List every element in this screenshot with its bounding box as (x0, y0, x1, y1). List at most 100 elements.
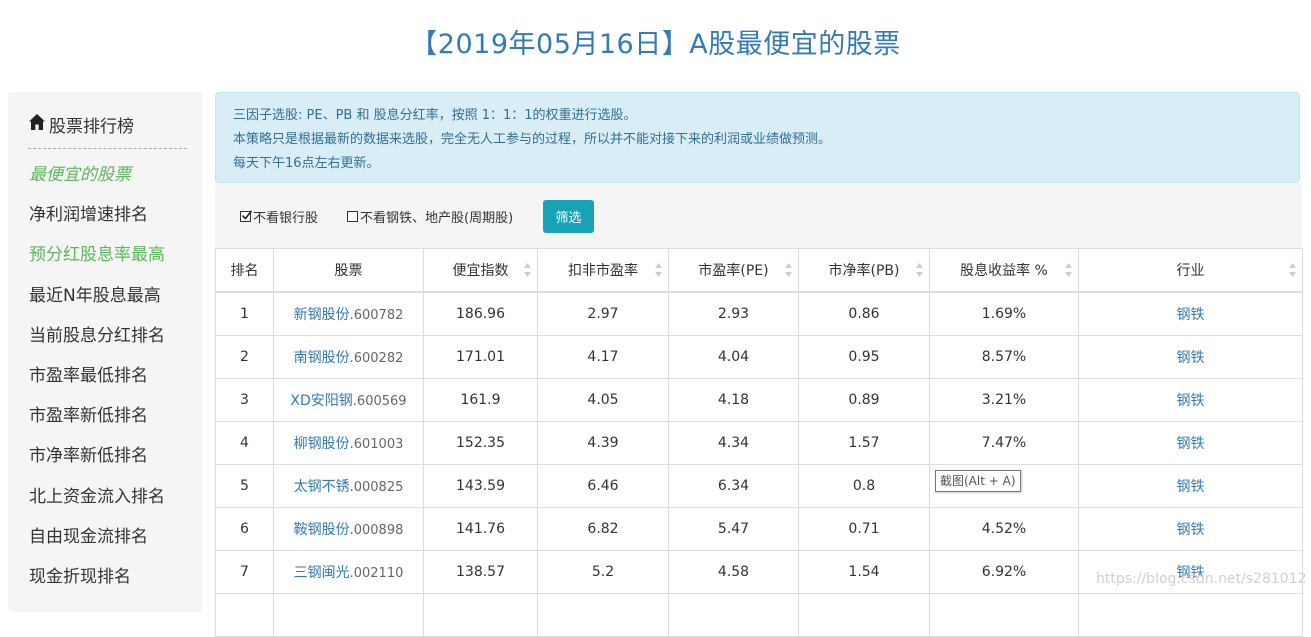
sidebar-item-current-dividend[interactable]: 当前股息分红排名 (29, 323, 165, 363)
cell-pe: 4.04 (668, 335, 799, 379)
cell-industry[interactable]: 钢铁 (1078, 335, 1303, 379)
sort-icon[interactable] (524, 262, 531, 278)
cell-pe: 4.58 (668, 550, 799, 594)
industry-link[interactable]: 钢铁 (1177, 350, 1205, 366)
cell-industry[interactable]: 钢铁 (1078, 378, 1303, 422)
column-header-pe[interactable]: 市盈率(PE) (668, 248, 799, 293)
checkbox-unchecked-icon (347, 211, 358, 222)
sidebar-header: 股票排行榜 (28, 112, 187, 149)
sort-icon[interactable] (785, 262, 792, 278)
industry-link[interactable]: 钢铁 (1177, 307, 1205, 323)
sort-icon[interactable] (1065, 262, 1072, 278)
stock-name-link[interactable]: 柳钢股份 (294, 436, 350, 452)
info-line: 每天下午16点左右更新。 (233, 156, 380, 171)
filter-button[interactable]: 筛选 (543, 200, 594, 233)
exclude-banks-checkbox[interactable]: 不看银行股 (240, 207, 318, 226)
cell-stock[interactable]: 南钢股份.600282 (273, 335, 424, 379)
sidebar-item-pre-dividend-yield[interactable]: 预分红股息率最高 (29, 242, 165, 282)
cell-cheap-index: 186.96 (423, 291, 538, 336)
info-line: 三因子选股: PE、PB 和 股息分红率，按照 1：1：1的权重进行选股。 (233, 108, 637, 123)
stock-name-link[interactable]: XD安阳钢 (290, 393, 352, 409)
cell-stock[interactable]: 太钢不锈.000825 (273, 464, 424, 508)
cell-deducted-pe: 4.05 (537, 378, 669, 422)
sidebar-item-northbound-inflow[interactable]: 北上资金流入排名 (29, 484, 165, 524)
sidebar-header-label: 股票排行榜 (49, 117, 134, 137)
sidebar-item-net-profit-growth[interactable]: 净利润增速排名 (29, 202, 165, 242)
cell-rank: 5 (215, 464, 274, 508)
cell-pb: 0.71 (798, 507, 930, 551)
cell-industry[interactable]: 钢铁 (1078, 507, 1303, 551)
cell-cheap-index: 141.76 (423, 507, 538, 551)
stock-name-link[interactable]: 太钢不锈 (294, 479, 350, 495)
sort-icon[interactable] (916, 262, 923, 278)
cell-dividend-yield: 8.57% (929, 335, 1079, 379)
table-row: 5 太钢不锈.000825 143.59 6.46 6.34 0.8 钢铁 (215, 464, 1303, 508)
cell-dividend-yield: 3.21% (929, 378, 1079, 422)
home-icon (28, 113, 46, 131)
stock-code: .002110 (349, 566, 404, 581)
sidebar-item-pb-new-low[interactable]: 市净率新低排名 (29, 443, 165, 483)
cell-rank: 1 (215, 291, 274, 336)
industry-link[interactable]: 钢铁 (1177, 479, 1205, 495)
watermark: https://blog.csdn.net/s281012 (1096, 571, 1307, 587)
column-header-deducted-pe[interactable]: 扣非市盈率 (537, 248, 669, 293)
stock-code: .600282 (349, 351, 404, 366)
cell-deducted-pe: 2.97 (537, 291, 669, 336)
cell-cheap-index: 152.35 (423, 421, 538, 465)
cell-rank: 3 (215, 378, 274, 422)
cell-stock[interactable]: 鞍钢股份.000898 (273, 507, 424, 551)
cell-stock[interactable]: 三钢闽光.002110 (273, 550, 424, 594)
cell-industry[interactable]: 钢铁 (1078, 291, 1303, 336)
column-header-pb[interactable]: 市净率(PB) (798, 248, 930, 293)
stock-name-link[interactable]: 新钢股份 (294, 307, 350, 323)
stock-name-link[interactable]: 三钢闽光 (294, 565, 350, 581)
cell-industry[interactable]: 钢铁 (1078, 421, 1303, 465)
cell-stock[interactable]: XD安阳钢.600569 (273, 378, 424, 422)
cell-pb: 0.95 (798, 335, 930, 379)
cell-cheap-index: 171.01 (423, 335, 538, 379)
cell-rank: 6 (215, 507, 274, 551)
cell-deducted-pe: 4.17 (537, 335, 669, 379)
industry-link[interactable]: 钢铁 (1177, 393, 1205, 409)
cell-industry[interactable]: 钢铁 (1078, 464, 1303, 508)
table-row: 6 鞍钢股份.000898 141.76 6.82 5.47 0.71 4.52… (215, 507, 1303, 551)
table-row: 4 柳钢股份.601003 152.35 4.39 4.34 1.57 7.47… (215, 421, 1303, 465)
sidebar-item-discounted-cash[interactable]: 现金折现排名 (29, 564, 165, 604)
cell-rank: 4 (215, 421, 274, 465)
info-line: 本策略只是根据最新的数据来选股，完全无人工参与的过程，所以并不能对接下来的利润或… (233, 132, 832, 147)
cell-cheap-index: 138.57 (423, 550, 538, 594)
cell-deducted-pe: 4.39 (537, 421, 669, 465)
screenshot-tooltip: 截图(Alt + A) (935, 470, 1021, 492)
exclude-steel-property-checkbox[interactable]: 不看钢铁、地产股(周期股) (347, 207, 513, 226)
cell-deducted-pe: 6.46 (537, 464, 669, 508)
sidebar-item-free-cash-flow[interactable]: 自由现金流排名 (29, 524, 165, 564)
cell-pb: 1.57 (798, 421, 930, 465)
cell-dividend-yield: 7.47% (929, 421, 1079, 465)
cell-stock[interactable]: 柳钢股份.601003 (273, 421, 424, 465)
industry-link[interactable]: 钢铁 (1177, 522, 1205, 538)
table-row: 3 XD安阳钢.600569 161.9 4.05 4.18 0.89 3.21… (215, 378, 1303, 422)
strategy-info-box: 三因子选股: PE、PB 和 股息分红率，按照 1：1：1的权重进行选股。 本策… (215, 92, 1300, 183)
sidebar-item-lowest-pe[interactable]: 市盈率最低排名 (29, 363, 165, 403)
exclude-banks-label: 不看银行股 (253, 211, 319, 226)
cell-pe: 6.34 (668, 464, 799, 508)
cell-pe: 4.18 (668, 378, 799, 422)
stock-code: .601003 (349, 437, 404, 452)
sort-icon[interactable] (655, 262, 662, 278)
column-header-industry[interactable]: 行业 (1078, 248, 1303, 293)
table-row: 1 新钢股份.600782 186.96 2.97 2.93 0.86 1.69… (215, 291, 1303, 336)
sidebar-item-n-year-dividend[interactable]: 最近N年股息最高 (29, 283, 165, 323)
sidebar-item-pe-new-low[interactable]: 市盈率新低排名 (29, 403, 165, 443)
sidebar-item-cheapest-stocks[interactable]: 最便宜的股票 (29, 162, 165, 202)
cell-pe: 2.93 (668, 291, 799, 336)
column-header-cheap-index[interactable]: 便宜指数 (423, 248, 538, 293)
filter-bar: 不看银行股 不看钢铁、地产股(周期股) 筛选 (215, 183, 1302, 248)
cell-dividend-yield: 6.92% (929, 550, 1079, 594)
cell-stock[interactable]: 新钢股份.600782 (273, 291, 424, 336)
cell-deducted-pe: 6.82 (537, 507, 669, 551)
industry-link[interactable]: 钢铁 (1177, 436, 1205, 452)
stock-name-link[interactable]: 南钢股份 (294, 350, 350, 366)
stock-name-link[interactable]: 鞍钢股份 (294, 522, 350, 538)
sort-icon[interactable] (1289, 262, 1296, 278)
column-header-dividend-yield[interactable]: 股息收益率 % (929, 248, 1079, 293)
